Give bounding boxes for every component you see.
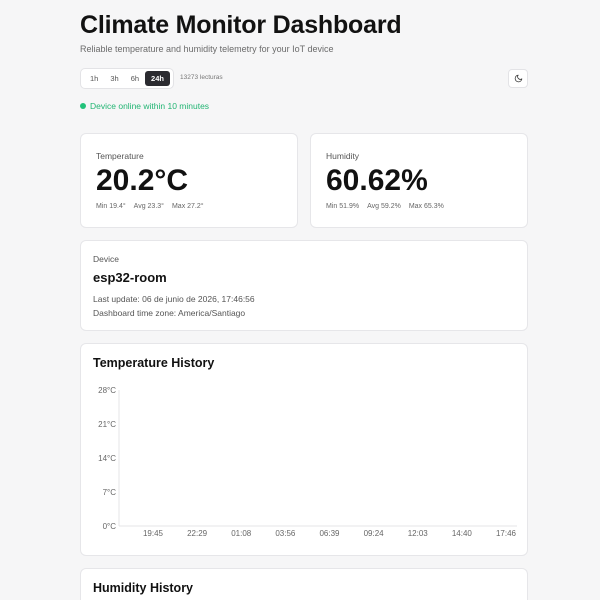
moon-icon (514, 74, 522, 83)
humidity-label: Humidity (326, 151, 360, 161)
humidity-chart-card: Humidity History (80, 568, 528, 600)
humidity-chart-title: Humidity History (93, 581, 194, 595)
humidity-min: Min 51.9% (326, 203, 360, 210)
x-tick-label: 03:56 (275, 529, 296, 538)
humidity-max: Max 65.3% (408, 203, 444, 210)
range-24h-button[interactable]: 24h (145, 71, 170, 86)
humidity-avg: Avg 59.2% (367, 203, 401, 210)
humidity-card: Humidity 60.62% Min 51.9% Avg 59.2% Max … (310, 133, 528, 228)
device-card: Device esp32-room Last update: 06 de jun… (80, 240, 528, 331)
x-tick-label: 14:40 (452, 529, 473, 538)
temperature-max: Max 27.2° (171, 203, 204, 210)
theme-toggle-button[interactable] (508, 69, 528, 88)
temperature-chart-card: Temperature History 28°C 21°C 14°C 7°C 0°C 19… (80, 343, 528, 556)
humidity-value: 60.62% (326, 164, 428, 197)
temperature-value: 20.2°C (96, 164, 189, 197)
range-6h-button[interactable]: 6h (125, 71, 145, 86)
x-tick-label: 22:29 (187, 529, 208, 538)
x-tick-label: 06:39 (319, 529, 340, 538)
temperature-card: Temperature 20.2°C Min 19.4° Avg 23.3° M… (80, 133, 298, 228)
status-text: Device online within 10 minutes (90, 101, 210, 111)
status-dot-icon (80, 103, 86, 109)
x-tick-label: 01:08 (231, 529, 252, 538)
device-timezone: Dashboard time zone: America/Santiago (93, 308, 246, 318)
device-last-update: Last update: 06 de junio de 2026, 17:46:… (93, 294, 255, 304)
readings-count: 13273 lecturas (180, 74, 223, 81)
device-name: esp32-room (93, 270, 167, 285)
y-tick-label: 28°C (98, 386, 116, 395)
temperature-min: Min 19.4° (96, 203, 126, 210)
page-title: Climate Monitor Dashboard (80, 11, 402, 39)
temperature-label: Temperature (96, 151, 144, 161)
x-tick-label: 09:24 (364, 529, 385, 538)
page-subtitle: Reliable temperature and humidity teleme… (80, 44, 334, 54)
temperature-stats: Min 19.4° Avg 23.3° Max 27.2° (96, 203, 204, 210)
x-tick-label: 19:45 (143, 529, 164, 538)
y-tick-label: 0°C (103, 522, 117, 531)
time-range-selector: 1h 3h 6h 24h (80, 68, 174, 89)
y-tick-label: 21°C (98, 420, 116, 429)
device-label: Device (93, 254, 119, 264)
y-tick-label: 7°C (103, 488, 117, 497)
temperature-avg: Avg 23.3° (133, 203, 164, 210)
y-tick-label: 14°C (98, 454, 116, 463)
x-tick-label: 12:03 (408, 529, 429, 538)
range-1h-button[interactable]: 1h (84, 71, 104, 86)
humidity-stats: Min 51.9% Avg 59.2% Max 65.3% (326, 203, 444, 210)
range-3h-button[interactable]: 3h (104, 71, 124, 86)
x-tick-label: 17:46 (496, 529, 517, 538)
temperature-chart: 28°C 21°C 14°C 7°C 0°C 19:45 22:29 01:08 03:56 06… (98, 386, 517, 538)
device-status: Device online within 10 minutes (80, 101, 209, 111)
